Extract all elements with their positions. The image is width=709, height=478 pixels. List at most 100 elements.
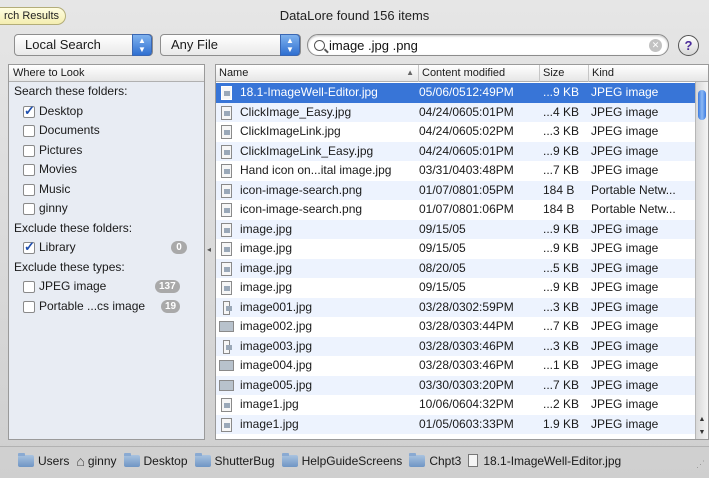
jpeg-file-icon <box>221 222 232 237</box>
file-name: ClickImageLink_Easy.jpg <box>240 143 374 158</box>
table-row[interactable]: ClickImageLink_Easy.jpg 04/24/0605:01PM … <box>216 141 696 161</box>
column-header-size[interactable]: Size <box>540 65 589 82</box>
column-header-kind[interactable]: Kind <box>589 65 708 82</box>
table-row[interactable]: ClickImage_Easy.jpg 04/24/0605:01PM ...4… <box>216 102 696 122</box>
checkbox-movies[interactable] <box>23 164 35 176</box>
table-row[interactable]: image1.jpg 01/05/0603:33PM 1.9 KB JPEG i… <box>216 414 696 434</box>
checkbox-jpeg[interactable] <box>23 281 35 293</box>
table-row[interactable]: Hand icon on...ital image.jpg 03/31/0403… <box>216 161 696 181</box>
path-item-desktop[interactable]: Desktop <box>123 452 188 468</box>
path-item-shutterbug[interactable]: ShutterBug <box>194 452 275 468</box>
table-row[interactable]: icon-image-search.png 01/07/0801:06PM 18… <box>216 200 696 220</box>
exclude-type-jpeg[interactable]: JPEG image 137 <box>9 277 204 297</box>
file-kind: JPEG image <box>591 241 659 255</box>
search-input-value[interactable]: image .jpg .png <box>329 38 418 53</box>
table-row[interactable]: ClickImageLink.jpg 04/24/0605:02PM ...3 … <box>216 122 696 142</box>
path-item-helpguidescreens[interactable]: HelpGuideScreens <box>281 452 403 468</box>
results-rows: 18.1-ImageWell-Editor.jpg 05/06/0512:49P… <box>216 83 696 434</box>
search-icon <box>314 39 325 51</box>
file-name: image.jpg <box>240 280 293 294</box>
file-name: image005.jpg <box>240 377 313 392</box>
table-row[interactable]: image001.jpg 03/28/0302:59PM ...3 KB JPE… <box>216 297 696 317</box>
table-row[interactable]: image005.jpg 03/30/0303:20PM ...7 KB JPE… <box>216 375 696 395</box>
folder-item-pictures[interactable]: Pictures <box>9 141 204 161</box>
exclude-folder-library[interactable]: Library 0 <box>9 237 204 258</box>
file-name: image003.jpg <box>240 338 313 353</box>
path-item-ginny[interactable]: ⌂ ginny <box>76 453 116 469</box>
table-row[interactable]: image.jpg 09/15/05 ...9 KB JPEG image <box>216 239 696 259</box>
checkbox-png[interactable] <box>23 300 35 313</box>
path-item-label: Users <box>38 453 70 468</box>
search-field[interactable]: image .jpg .png ✕ <box>307 34 669 56</box>
table-row[interactable]: image.jpg 09/15/05 ...9 KB JPEG image <box>216 278 696 298</box>
file-modified: 09/15/05 <box>419 280 466 294</box>
path-item-users[interactable]: Users <box>18 452 70 468</box>
count-badge: 19 <box>161 299 181 313</box>
count-badge: 0 <box>171 241 187 254</box>
path-item-label: HelpGuideScreens <box>301 453 403 468</box>
checkbox-desktop[interactable] <box>23 101 35 120</box>
file-modified: 04/24/0605:01PM <box>419 104 514 119</box>
column-header-modified-label: Content modified <box>422 67 506 79</box>
search-results-tab[interactable]: rch Results <box>0 7 67 25</box>
table-row[interactable]: icon-image-search.png 01/07/0801:05PM 18… <box>216 180 696 200</box>
png-file-icon <box>221 183 232 198</box>
column-header-size-label: Size <box>543 67 565 79</box>
folder-item-music[interactable]: Music <box>9 180 204 200</box>
folder-item-desktop[interactable]: Desktop <box>9 101 204 122</box>
table-row[interactable]: 18.1-ImageWell-Editor.jpg 05/06/0512:49P… <box>216 83 696 103</box>
checkbox-music[interactable] <box>23 183 35 196</box>
results-scrollbar[interactable]: ▲ ▼ <box>695 82 708 439</box>
jpeg-file-icon <box>221 86 232 100</box>
clear-search-icon[interactable]: ✕ <box>649 39 662 52</box>
checkbox-ginny[interactable] <box>23 203 35 215</box>
file-kind: JPEG image <box>591 85 659 99</box>
file-size: ...9 KB <box>543 85 580 99</box>
file-kind: JPEG image <box>591 338 659 353</box>
table-row[interactable]: image.jpg 09/15/05 ...9 KB JPEG image <box>216 219 696 239</box>
image-thumbnail-icon <box>219 360 234 371</box>
folder-item-ginny[interactable]: ginny <box>9 199 204 219</box>
table-row[interactable]: image004.jpg 03/28/0303:46PM ...1 KB JPE… <box>216 356 696 376</box>
file-size: ...9 KB <box>543 241 580 255</box>
file-modified: 05/06/0512:49PM <box>419 85 514 99</box>
jpeg-file-icon <box>221 144 232 159</box>
file-kind: JPEG image <box>591 319 659 333</box>
column-header-name[interactable]: Name ▲ <box>216 65 419 82</box>
file-size: ...3 KB <box>543 338 580 353</box>
exclude-type-png[interactable]: Portable ...cs image 19 <box>9 297 204 317</box>
scope-popup[interactable]: Local Search ▲ ▼ <box>14 34 153 56</box>
column-header-kind-label: Kind <box>592 67 615 79</box>
column-header-name-label: Name <box>219 67 249 79</box>
splitter-handle[interactable]: ◂ <box>207 245 212 254</box>
file-size: ...9 KB <box>543 143 580 158</box>
path-item-label: ginny <box>87 453 117 468</box>
file-size: ...7 KB <box>543 163 580 177</box>
path-item-file[interactable]: 18.1-ImageWell-Editor.jpg <box>468 454 621 468</box>
table-row[interactable]: image1.jpg 10/06/0604:32PM ...2 KB JPEG … <box>216 395 696 415</box>
file-name: icon-image-search.png <box>240 182 363 197</box>
checkbox-pictures[interactable] <box>23 144 35 157</box>
file-modified: 03/28/0302:59PM <box>419 299 514 314</box>
resize-grip-icon[interactable]: ⋰ <box>696 459 705 470</box>
checkbox-library[interactable] <box>23 237 35 256</box>
folder-item-movies[interactable]: Movies <box>9 160 204 180</box>
results-table: Name ▲ Content modified Size Kind 18.1-I… <box>215 64 709 440</box>
path-item-chpt3[interactable]: Chpt3 <box>409 452 461 468</box>
file-name: image1.jpg <box>240 416 299 431</box>
table-row[interactable]: image002.jpg 03/28/0303:44PM ...7 KB JPE… <box>216 317 696 337</box>
scroll-thumb[interactable] <box>698 90 706 120</box>
folder-item-documents[interactable]: Documents <box>9 121 204 141</box>
scroll-arrows-icon[interactable]: ▲ ▼ <box>696 413 708 439</box>
column-header-modified[interactable]: Content modified <box>419 65 540 82</box>
checkbox-documents[interactable] <box>23 125 35 137</box>
table-row[interactable]: image003.jpg 03/28/0303:46PM ...3 KB JPE… <box>216 336 696 356</box>
folder-label: Pictures <box>39 142 83 157</box>
file-modified: 01/05/0603:33PM <box>419 416 514 431</box>
file-kind: Portable Netw... <box>591 202 676 216</box>
png-file-icon <box>221 203 232 217</box>
help-button[interactable]: ? <box>678 35 699 56</box>
filetype-popup[interactable]: Any File ▲ ▼ <box>160 34 301 56</box>
table-row[interactable]: image.jpg 08/20/05 ...5 KB JPEG image <box>216 258 696 278</box>
file-kind: JPEG image <box>591 377 659 392</box>
